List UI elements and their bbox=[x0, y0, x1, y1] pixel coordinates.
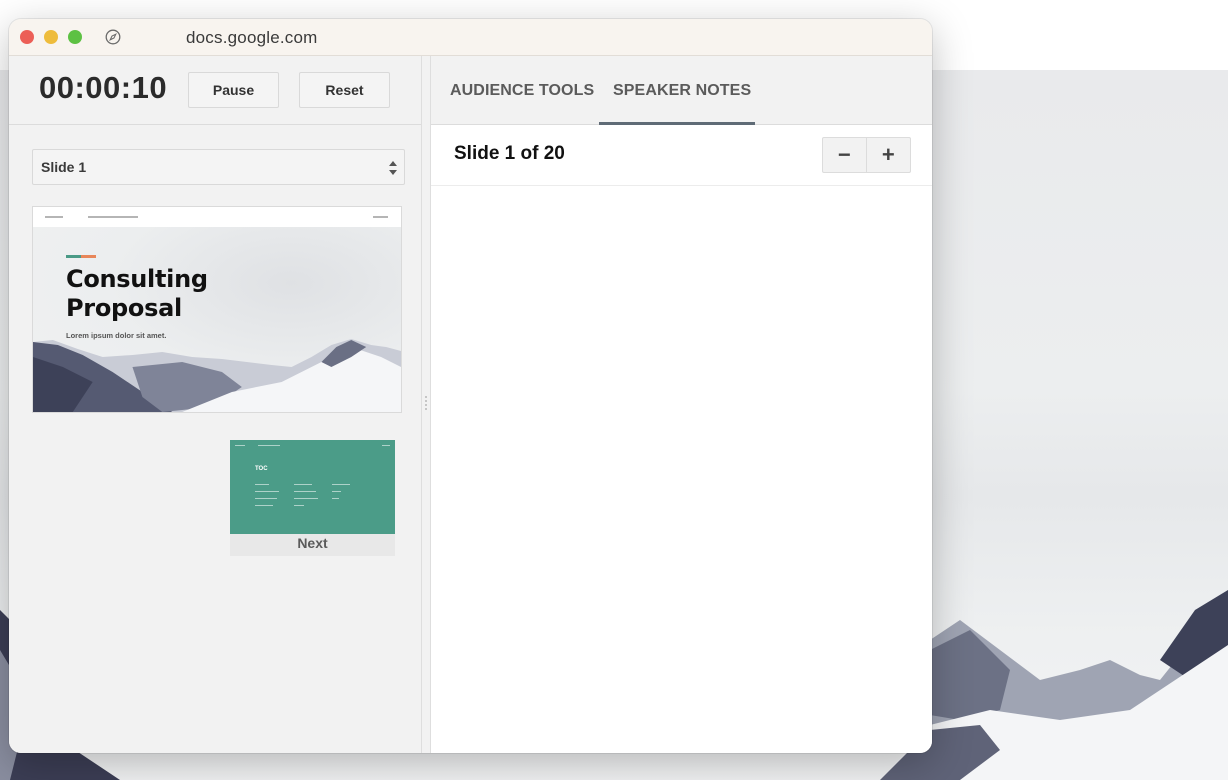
thumbnail-text-line bbox=[255, 491, 279, 492]
thumbnail-text-line bbox=[294, 498, 318, 499]
close-window-icon[interactable] bbox=[20, 30, 34, 44]
next-slide-heading: TOC bbox=[255, 466, 268, 472]
thumbnail-text-line bbox=[235, 445, 245, 446]
next-slide-thumbnail: TOC bbox=[230, 440, 395, 534]
slide-selector-dropdown[interactable]: Slide 1 bbox=[32, 149, 405, 185]
tab-audience-tools[interactable]: AUDIENCE TOOLS bbox=[450, 82, 594, 100]
slides-pane: 00:00:10 Pause Reset Slide 1 Consulting … bbox=[9, 56, 421, 753]
maximize-window-icon[interactable] bbox=[68, 30, 82, 44]
slide-position-label: Slide 1 of 20 bbox=[454, 143, 565, 164]
minimize-window-icon[interactable] bbox=[44, 30, 58, 44]
thumbnail-text-line bbox=[332, 491, 341, 492]
pause-button[interactable]: Pause bbox=[188, 72, 279, 108]
thumbnail-text-line bbox=[294, 484, 312, 485]
elapsed-timer: 00:00:10 bbox=[39, 70, 168, 105]
increase-font-button[interactable]: + bbox=[867, 138, 911, 172]
notes-font-size-controls: − + bbox=[822, 137, 911, 173]
thumbnail-text-line bbox=[255, 484, 269, 485]
tab-bar: AUDIENCE TOOLS SPEAKER NOTES bbox=[431, 56, 932, 125]
thumbnail-text-line bbox=[294, 491, 316, 492]
thumbnail-text-line bbox=[332, 498, 339, 499]
thumbnail-text-line bbox=[382, 445, 390, 446]
slide-title-line-2: Proposal bbox=[66, 294, 182, 322]
thumbnail-text-line bbox=[258, 445, 280, 446]
pane-resize-handle[interactable] bbox=[421, 56, 431, 753]
notes-header: Slide 1 of 20 − + bbox=[431, 126, 932, 186]
presenter-view-window: docs.google.com 00:00:10 Pause Reset Sli… bbox=[9, 19, 932, 753]
tab-speaker-notes[interactable]: SPEAKER NOTES bbox=[613, 82, 751, 100]
compass-icon bbox=[105, 29, 121, 45]
current-slide-preview[interactable]: Consulting Proposal Lorem ipsum dolor si… bbox=[32, 206, 402, 413]
slide-mountains-image bbox=[33, 339, 401, 412]
slide-header-strip bbox=[33, 207, 401, 227]
header-text-line bbox=[88, 216, 138, 218]
active-tab-indicator bbox=[599, 122, 755, 125]
grip-icon bbox=[425, 396, 427, 410]
thumbnail-text-line bbox=[332, 484, 350, 485]
thumbnail-text-line bbox=[255, 505, 273, 506]
next-slide-label: Next bbox=[230, 534, 395, 556]
title-accent-bar bbox=[66, 255, 96, 258]
next-slide-preview[interactable]: TOC Next bbox=[230, 440, 395, 556]
thumbnail-text-line bbox=[294, 505, 304, 506]
header-text-line bbox=[45, 216, 63, 218]
browser-title-bar: docs.google.com bbox=[9, 19, 932, 56]
thumbnail-text-line bbox=[255, 498, 277, 499]
header-text-line bbox=[373, 216, 388, 218]
notes-pane: AUDIENCE TOOLS SPEAKER NOTES Slide 1 of … bbox=[431, 56, 932, 753]
reset-button[interactable]: Reset bbox=[299, 72, 390, 108]
slide-title-line-1: Consulting bbox=[66, 265, 208, 293]
slide-title: Consulting Proposal bbox=[66, 265, 208, 323]
decrease-font-button[interactable]: − bbox=[823, 138, 867, 172]
url-text: docs.google.com bbox=[186, 28, 318, 47]
slide-selector-value: Slide 1 bbox=[41, 159, 87, 175]
updown-arrows-icon bbox=[389, 161, 397, 175]
timer-bar: 00:00:10 Pause Reset bbox=[9, 56, 421, 125]
